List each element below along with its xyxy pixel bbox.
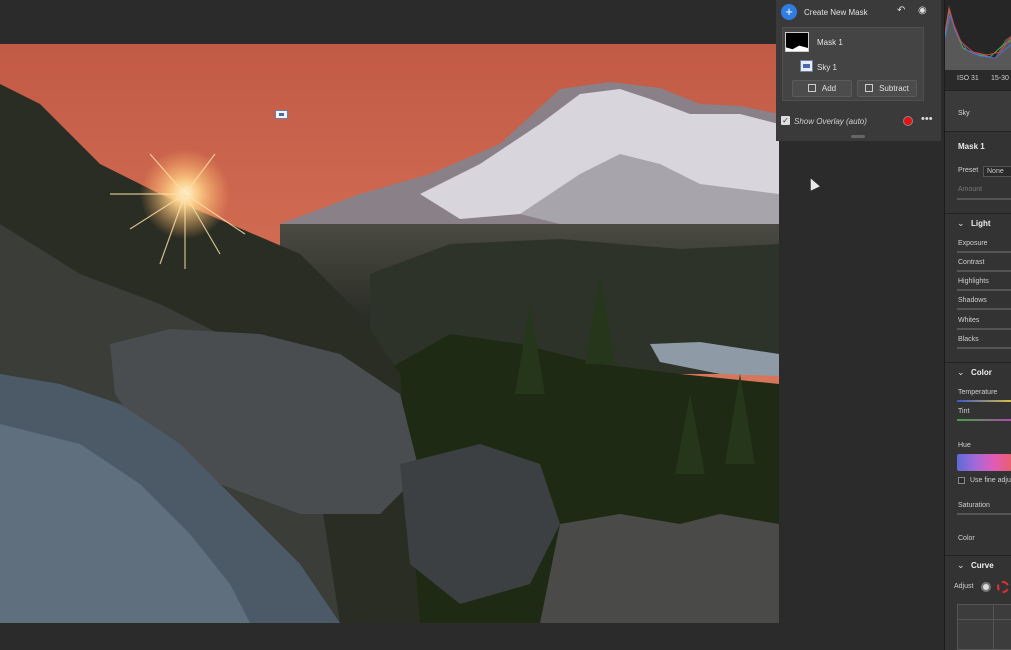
whites-slider[interactable] [957,328,1011,330]
adjust-point-icon[interactable] [981,582,991,592]
more-icon[interactable]: ••• [921,113,933,125]
show-overlay-label: Show Overlay (auto) [794,117,867,126]
curve-title: Curve [971,561,994,570]
light-title: Light [971,219,991,228]
saturation-label: Saturation [958,502,990,509]
iso-value: ISO 31 [957,75,979,82]
mask-list: Mask 1 Sky 1 Add Subtract [782,27,924,101]
lens-value: 15-30 [991,75,1009,82]
fine-adjust-checkbox[interactable] [958,477,965,484]
exposure-slider[interactable] [957,251,1011,253]
fine-adjust-label: Use fine adju [970,477,1011,484]
mask-name: Mask 1 [958,142,985,151]
temperature-label: Temperature [958,389,998,396]
landscape-photo [0,44,779,623]
saturation-slider[interactable] [957,513,1011,515]
temperature-slider[interactable] [957,400,1011,402]
highlights-label: Highlights [958,278,989,285]
mask-pin-icon[interactable] [275,110,288,119]
undo-icon[interactable]: ↶ [897,6,909,16]
color-label: Color [958,535,975,542]
curve-section-header[interactable]: ⌄ Curve [945,555,1011,575]
shadows-label: Shadows [958,297,987,304]
subtract-label: Subtract [879,84,909,93]
tools-panel: ISO 31 15-30 Sky Mask 1 Preset None Amou… [944,0,1011,650]
color-title: Color [971,368,992,377]
add-mask-button[interactable]: Add [792,80,852,97]
shadows-slider[interactable] [957,308,1011,310]
light-section-header[interactable]: ⌄ Light [945,213,1011,233]
sky-mask-icon [800,60,813,72]
tool-name: Sky [958,110,970,117]
show-overlay-checkbox[interactable]: ✓ [781,116,790,125]
contrast-slider[interactable] [957,270,1011,272]
mask-panel: + Create New Mask ↶ ◉ Mask 1 Sky 1 Add S… [776,0,941,141]
tint-slider[interactable] [957,419,1011,421]
preset-label: Preset [958,167,979,174]
blacks-label: Blacks [958,336,979,343]
photo[interactable] [0,44,779,623]
add-mask-icon [807,84,816,92]
hue-bar[interactable] [957,454,1011,471]
amount-label: Amount [958,186,983,193]
chevron-down-icon: ⌄ [957,218,965,228]
chevron-down-icon: ⌄ [957,367,965,377]
curve-graph[interactable] [957,604,1011,650]
subtract-mask-button[interactable]: Subtract [857,80,917,97]
eye-icon[interactable]: ◉ [918,6,930,16]
preset-select[interactable]: None [983,166,1011,177]
mask-item-label: Mask 1 [817,38,843,47]
subtract-mask-icon [865,84,874,92]
create-new-mask-label[interactable]: Create New Mask [804,8,868,17]
image-canvas[interactable] [0,0,779,650]
exposure-label: Exposure [958,240,988,247]
tint-label: Tint [958,408,970,415]
adjust-label: Adjust [954,583,974,590]
histogram [945,0,1011,70]
panel-grip-handle[interactable] [851,135,865,138]
create-mask-plus-icon[interactable]: + [781,4,797,20]
hue-label: Hue [958,442,971,449]
mask-item-label: Sky 1 [817,63,838,72]
show-overlay-row: ✓ Show Overlay (auto) ••• [776,108,941,132]
camera-info: ISO 31 15-30 [945,70,1011,90]
mask-thumbnail [785,32,809,52]
highlights-slider[interactable] [957,289,1011,291]
mask-item-sky-1[interactable]: Sky 1 [783,55,923,79]
tool-header[interactable]: Sky [945,90,1011,132]
blacks-slider[interactable] [957,347,1011,349]
cursor-arrow [806,176,820,191]
add-label: Add [821,84,837,93]
color-section-header[interactable]: ⌄ Color [945,362,1011,382]
whites-label: Whites [958,317,980,324]
overlay-color-swatch[interactable] [903,116,913,126]
adjust-target-icon[interactable] [997,581,1009,593]
chevron-down-icon: ⌄ [957,560,965,570]
mask-item-mask-1[interactable]: Mask 1 [783,30,923,54]
amount-slider[interactable] [957,198,1011,200]
contrast-label: Contrast [958,259,985,266]
